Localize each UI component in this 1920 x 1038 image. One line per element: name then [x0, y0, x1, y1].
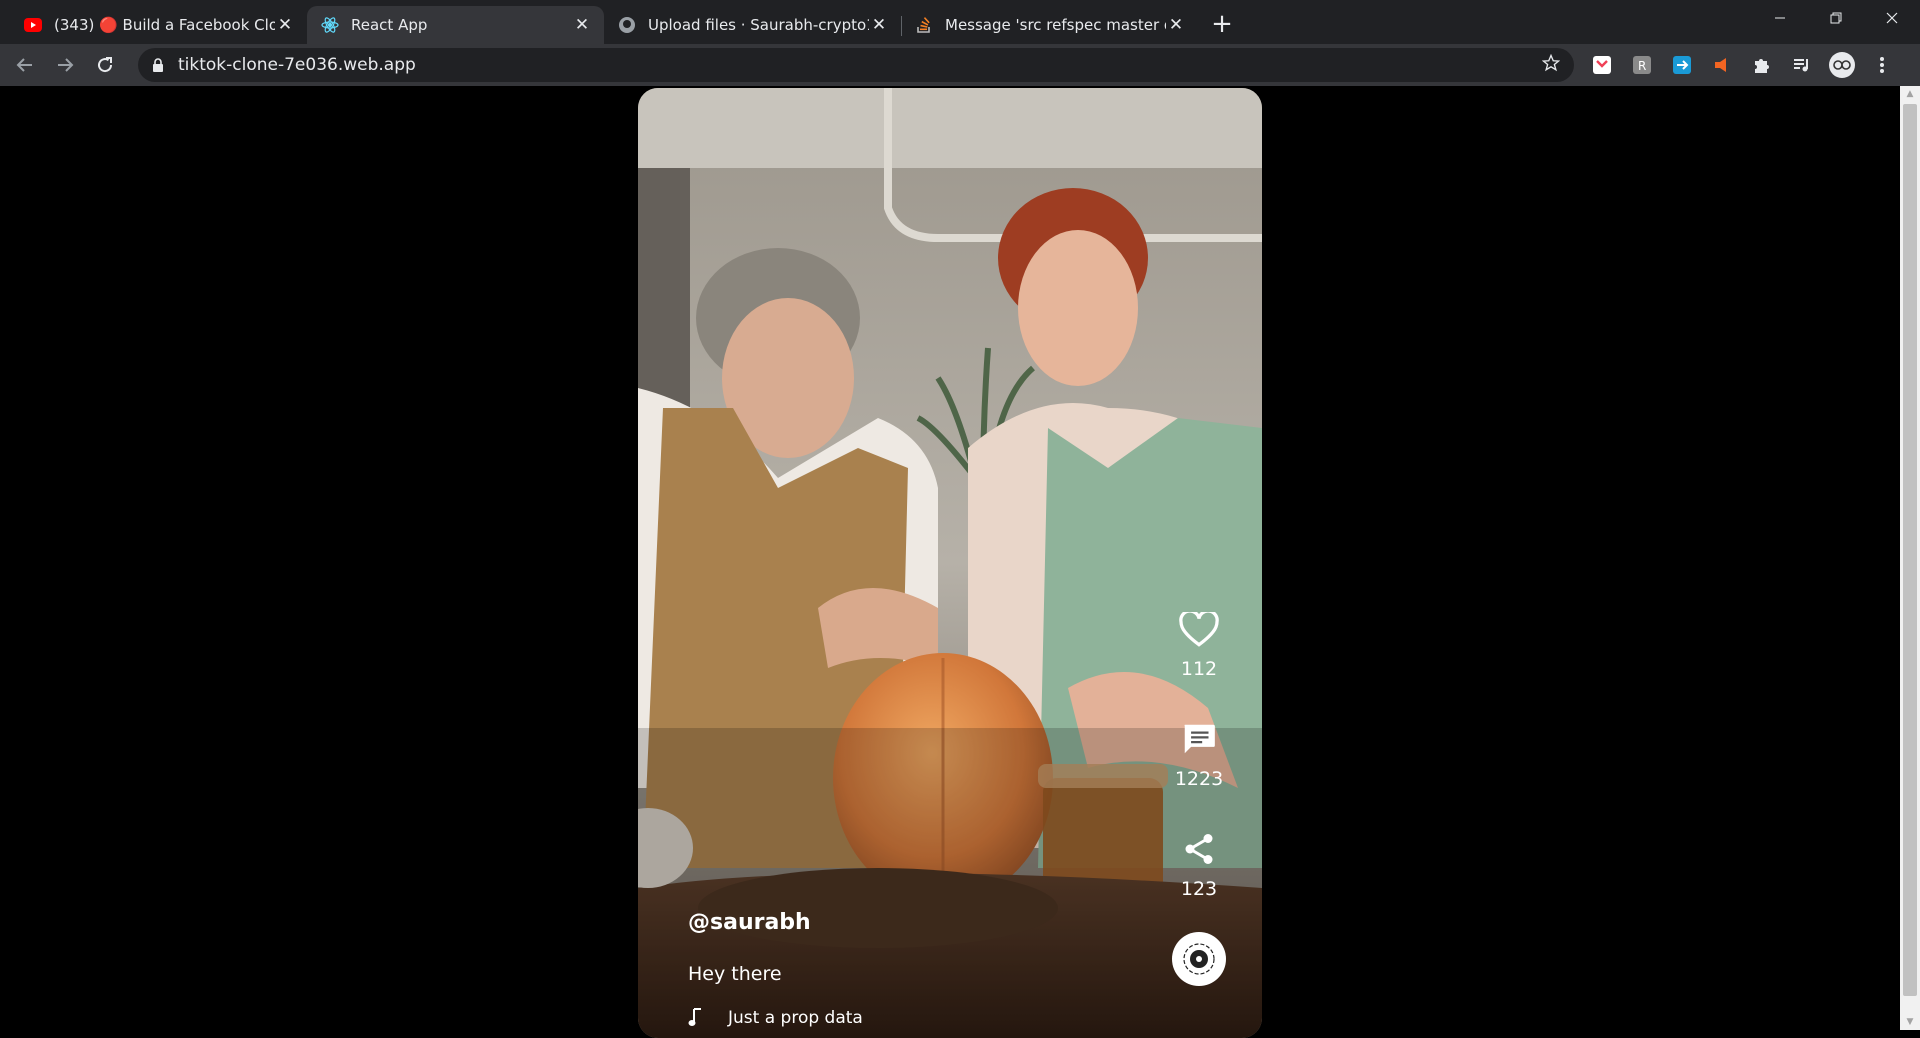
close-tab-icon[interactable]: ✕ — [572, 15, 592, 35]
extension-gray-icon[interactable]: R — [1627, 50, 1657, 80]
like-button[interactable]: 112 — [1179, 609, 1219, 680]
spinning-record-icon[interactable] — [1172, 932, 1226, 986]
tab-youtube[interactable]: (343) 🔴 Build a Facebook Clone ✕ — [10, 6, 308, 44]
puzzle-extensions-icon[interactable] — [1747, 50, 1777, 80]
minimize-icon[interactable] — [1752, 0, 1808, 36]
media-queue-icon[interactable] — [1787, 50, 1817, 80]
browser-menu-icon[interactable] — [1867, 50, 1897, 80]
like-count: 112 — [1180, 658, 1218, 680]
react-icon — [321, 16, 339, 34]
extension-orange-icon[interactable] — [1707, 50, 1737, 80]
music-note-icon — [688, 1007, 704, 1029]
extension-blue-icon[interactable] — [1667, 50, 1697, 80]
github-icon — [618, 16, 636, 34]
tab-title: Message 'src refspec master does — [945, 16, 1166, 34]
tab-title: (343) 🔴 Build a Facebook Clone — [54, 16, 275, 34]
close-window-icon[interactable] — [1864, 0, 1920, 36]
song-ticker: Just a prop data — [688, 1007, 863, 1029]
back-icon[interactable] — [8, 48, 42, 82]
svg-text:R: R — [1638, 59, 1646, 73]
tab-github[interactable]: Upload files · Saurabh-crypto16/t ✕ — [604, 6, 902, 44]
url-text: tiktok-clone-7e036.web.app — [178, 55, 416, 75]
tab-title: Upload files · Saurabh-crypto16/t — [648, 16, 869, 34]
page-viewport: 112 1223 123 @saurabh Hey there Just a p… — [0, 86, 1900, 1038]
tab-react-app[interactable]: React App ✕ — [307, 6, 604, 44]
share-button[interactable]: 123 — [1181, 830, 1217, 900]
profile-avatar-icon[interactable] — [1827, 50, 1857, 80]
forward-icon[interactable] — [48, 48, 82, 82]
browser-toolbar: tiktok-clone-7e036.web.app R — [0, 44, 1920, 86]
comment-count: 1223 — [1174, 768, 1224, 790]
video-footer: @saurabh Hey there Just a prop data — [688, 910, 863, 1029]
lock-icon[interactable] — [152, 57, 164, 73]
reload-icon[interactable] — [88, 48, 122, 82]
tab-title: React App — [351, 16, 428, 34]
close-tab-icon[interactable]: ✕ — [275, 15, 295, 35]
comment-button[interactable]: 1223 — [1175, 720, 1223, 790]
scrollbar-thumb[interactable] — [1903, 104, 1917, 996]
video-player[interactable]: 112 1223 123 @saurabh Hey there Just a p… — [638, 88, 1262, 1038]
page-scrollbar[interactable]: ▲ ▼ — [1900, 86, 1920, 1030]
youtube-icon — [24, 16, 42, 34]
close-tab-icon[interactable]: ✕ — [1166, 15, 1186, 35]
tab-strip: (343) 🔴 Build a Facebook Clone ✕ React A… — [0, 0, 1920, 44]
extensions-area: R — [1582, 50, 1902, 80]
pocket-extension-icon[interactable] — [1587, 50, 1617, 80]
share-icon[interactable] — [1181, 830, 1217, 872]
close-tab-icon[interactable]: ✕ — [869, 15, 889, 35]
comment-icon[interactable] — [1180, 720, 1218, 762]
new-tab-button[interactable]: + — [1204, 6, 1240, 42]
restore-icon[interactable] — [1808, 0, 1864, 36]
scroll-down-icon[interactable]: ▼ — [1900, 1014, 1920, 1030]
address-bar[interactable]: tiktok-clone-7e036.web.app — [138, 48, 1574, 82]
share-count: 123 — [1180, 878, 1218, 900]
heart-icon[interactable] — [1179, 609, 1219, 652]
window-controls — [1752, 0, 1920, 36]
song-name: Just a prop data — [728, 1008, 863, 1028]
username[interactable]: @saurabh — [688, 910, 863, 935]
scroll-up-icon[interactable]: ▲ — [1900, 86, 1920, 102]
video-description: Hey there — [688, 963, 782, 985]
bookmark-star-icon[interactable] — [1541, 53, 1561, 77]
tab-stackoverflow[interactable]: Message 'src refspec master does ✕ — [901, 6, 1198, 44]
stackoverflow-icon — [915, 16, 933, 34]
video-actions: 112 1223 123 — [1164, 609, 1234, 986]
